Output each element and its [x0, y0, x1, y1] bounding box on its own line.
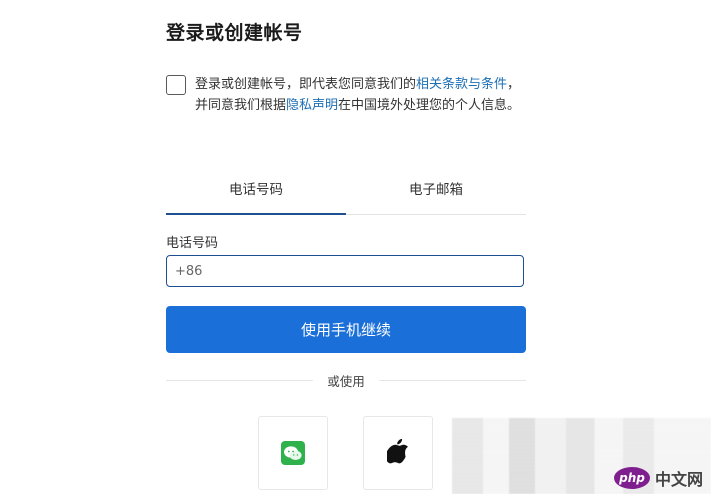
consent-text-part-3: 在中国境外处理您的个人信息。	[338, 98, 521, 113]
wechat-login-button[interactable]	[258, 416, 328, 490]
phone-field-label: 电话号码	[166, 236, 219, 251]
divider-text: 或使用	[327, 373, 365, 389]
apple-icon	[385, 438, 409, 468]
consent-text: 登录或创建帐号，即代表您同意我们的相关条款与条件，并同意我们根据隐私声明在中国境…	[195, 74, 528, 116]
divider-line-right	[378, 379, 527, 381]
consent-row: 登录或创建帐号，即代表您同意我们的相关条款与条件，并同意我们根据隐私声明在中国境…	[166, 74, 528, 116]
terms-link[interactable]: 相关条款与条件	[416, 77, 507, 92]
consent-checkbox[interactable]	[166, 75, 186, 95]
phone-input-value: +86	[175, 263, 203, 279]
apple-login-button[interactable]	[363, 416, 433, 490]
page-title: 登录或创建帐号	[166, 22, 303, 44]
login-page: 登录或创建帐号 登录或创建帐号，即代表您同意我们的相关条款与条件，并同意我们根据…	[0, 0, 711, 494]
tab-phone[interactable]: 电话号码	[166, 176, 346, 215]
tab-email[interactable]: 电子邮箱	[346, 176, 526, 214]
wechat-icon	[281, 441, 305, 465]
login-method-tabs: 电话号码 电子邮箱	[166, 176, 526, 215]
continue-with-phone-button[interactable]: 使用手机继续	[166, 306, 526, 353]
php-logo: php	[613, 467, 650, 489]
divider-line-left	[166, 379, 314, 381]
watermark: php 中文网	[613, 466, 703, 490]
privacy-link[interactable]: 隐私声明	[286, 98, 338, 113]
phone-input[interactable]: +86	[166, 255, 524, 287]
watermark-text: 中文网	[654, 470, 703, 489]
alt-login-divider: 或使用	[166, 371, 527, 389]
consent-text-part-1: 登录或创建帐号，即代表您同意我们的	[195, 77, 417, 92]
